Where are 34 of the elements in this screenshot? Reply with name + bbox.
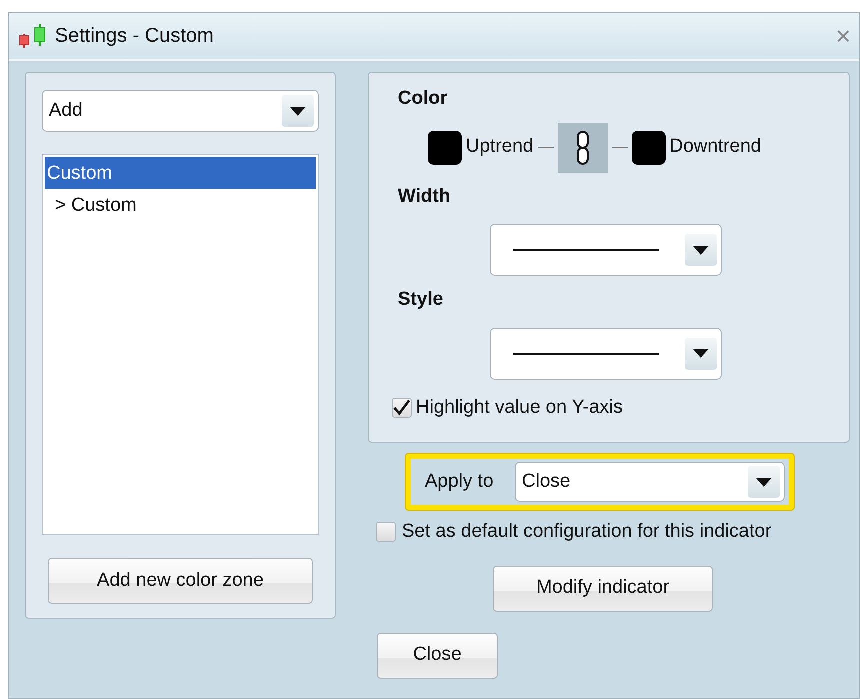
close-button[interactable]: Close: [377, 632, 498, 678]
window-title: Settings - Custom: [55, 24, 214, 49]
checkbox-label: Set as default configuration for this indicator: [402, 520, 772, 544]
add-dropdown[interactable]: Add: [42, 90, 319, 132]
caret-icon: [693, 246, 709, 254]
dropdown-button[interactable]: [685, 338, 717, 370]
link-button[interactable]: [558, 122, 608, 172]
checkbox-label: Highlight value on Y-axis: [416, 396, 624, 420]
checkbox[interactable]: [376, 522, 396, 542]
width-dropdown[interactable]: [490, 224, 722, 276]
trend-label: Uptrend: [466, 135, 534, 160]
section-label: Style: [398, 288, 444, 312]
checkbox[interactable]: [392, 398, 412, 418]
field-label: Apply to: [425, 470, 494, 494]
add-color-zone-button[interactable]: Add new color zone: [48, 558, 313, 604]
trend-label: Downtrend: [670, 135, 762, 160]
dropdown-value: Add: [49, 98, 83, 123]
modify-indicator-button[interactable]: Modify indicator: [493, 566, 713, 612]
color-swatch[interactable]: [428, 130, 462, 164]
section-label: Color: [398, 87, 449, 111]
dropdown-button[interactable]: [282, 95, 314, 127]
dropdown-value: Close: [522, 470, 571, 494]
dropdown-button[interactable]: [685, 234, 717, 266]
dropdown-button[interactable]: [748, 466, 780, 498]
tree-item[interactable]: Custom: [45, 157, 316, 189]
chain-link-icon: [576, 130, 590, 164]
section-label: Width: [398, 184, 452, 208]
caret-icon: [693, 349, 709, 358]
apply-to-dropdown[interactable]: Close: [515, 462, 785, 502]
color-swatch[interactable]: [632, 130, 666, 164]
caret-icon: [290, 106, 306, 116]
style-dropdown[interactable]: [490, 328, 722, 380]
tree-item[interactable]: > Custom: [45, 189, 316, 221]
caret-icon: [756, 478, 772, 486]
